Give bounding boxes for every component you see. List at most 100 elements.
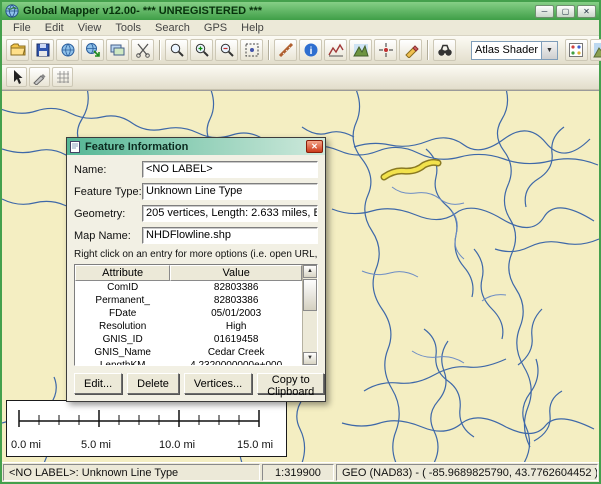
snap-grid-button[interactable] [52, 67, 73, 87]
dialog-fields: Name:<NO LABEL> Feature Type:Unknown Line… [74, 161, 318, 244]
full-extent-button[interactable] [240, 39, 263, 61]
attribute-value: 82803386 [170, 281, 302, 294]
chevron-down-icon[interactable]: ▼ [541, 42, 557, 59]
toolbar-separator [427, 40, 428, 60]
menu-edit[interactable]: Edit [38, 21, 71, 35]
zoom-in-button[interactable] [190, 39, 213, 61]
scale-label-2: 10.0 mi [159, 439, 195, 451]
attribute-row[interactable]: LengthKM4.2320000000e+000 [75, 359, 302, 365]
column-header-attribute[interactable]: Attribute [75, 265, 170, 281]
status-feature-label: <NO LABEL>: Unknown Line Type [3, 464, 260, 481]
menu-gps[interactable]: GPS [197, 21, 234, 35]
terrain-shader-button[interactable] [590, 39, 601, 61]
gps-button[interactable] [374, 39, 397, 61]
field-feature-type: Feature Type:Unknown Line Type [74, 183, 318, 200]
toolbar2-groups [5, 67, 74, 87]
search-button[interactable] [433, 39, 456, 61]
shader-dropdown[interactable]: Atlas Shader ▼ [471, 41, 558, 60]
close-button[interactable]: ✕ [577, 5, 596, 18]
dialog-body: Name:<NO LABEL> Feature Type:Unknown Line… [67, 155, 325, 401]
save-button[interactable] [31, 39, 54, 61]
map-layout-button[interactable] [565, 39, 588, 61]
select-cursor-button[interactable] [6, 67, 27, 87]
attribute-value: Cedar Creek [170, 346, 302, 359]
menu-search[interactable]: Search [148, 21, 197, 35]
toolbar-left-groups: i [5, 39, 457, 61]
app-globe-icon [5, 4, 19, 18]
open-datasets-button[interactable] [56, 39, 79, 61]
caption-buttons: ─▢✕ [535, 5, 596, 18]
table-scrollbar[interactable]: ▲ ▼ [302, 265, 317, 365]
field-name: Name:<NO LABEL> [74, 161, 318, 178]
scroll-thumb[interactable] [303, 279, 317, 311]
attribute-row[interactable]: FDate05/01/2003 [75, 307, 302, 320]
menu-tools[interactable]: Tools [108, 21, 148, 35]
attribute-name: GNIS_ID [75, 333, 170, 346]
field-value-map-name: NHDFlowline.shp [142, 227, 318, 244]
scale-label-3: 15.0 mi [237, 439, 273, 451]
attribute-name: Resolution [75, 320, 170, 333]
measure-icon [278, 42, 294, 58]
attribute-row[interactable]: ResolutionHigh [75, 320, 302, 333]
attribute-row[interactable]: ComID82803386 [75, 281, 302, 294]
selected-feature-highlight [384, 162, 438, 177]
zoom-tool-button[interactable] [165, 39, 188, 61]
button-vertices[interactable]: Vertices... [184, 373, 252, 394]
field-geometry: Geometry:205 vertices, Length: 2.633 mil… [74, 205, 318, 222]
menu-file[interactable]: File [6, 21, 38, 35]
download-online-button[interactable] [81, 39, 104, 61]
status-bar: <NO LABEL>: Unknown Line Type 1:319900 G… [2, 462, 599, 482]
field-label-feature-type: Feature Type: [74, 186, 142, 198]
control-center-button[interactable] [106, 39, 129, 61]
field-value-feature-type: Unknown Line Type [142, 183, 318, 200]
feature-info-button[interactable]: i [299, 39, 322, 61]
button-copy-to-clipboard[interactable]: Copy to Clipboard [257, 373, 324, 394]
menu-help[interactable]: Help [234, 21, 271, 35]
toolbar-separator [268, 40, 269, 60]
dialog-titlebar[interactable]: Feature Information ✕ [67, 138, 325, 155]
attribute-value: High [170, 320, 302, 333]
feature-info-icon: i [303, 42, 319, 58]
view-3d-button[interactable] [349, 39, 372, 61]
status-map-scale: 1:319900 [262, 464, 334, 481]
full-extent-icon [244, 42, 260, 58]
maximize-button[interactable]: ▢ [556, 5, 575, 18]
map-viewport[interactable]: 0.0 mi5.0 mi10.0 mi15.0 mi Feature Infor… [2, 90, 599, 462]
field-value-name: <NO LABEL> [142, 161, 318, 178]
attribute-name: FDate [75, 307, 170, 320]
path-profile-button[interactable] [324, 39, 347, 61]
crop-button[interactable] [131, 39, 154, 61]
attribute-row[interactable]: Permanent_82803386 [75, 294, 302, 307]
attribute-name: GNIS_Name [75, 346, 170, 359]
zoom-out-button[interactable] [215, 39, 238, 61]
scale-label-1: 5.0 mi [81, 439, 111, 451]
gps-icon [378, 42, 394, 58]
measure-button[interactable] [274, 39, 297, 61]
open-datasets-icon [60, 42, 76, 58]
window-titlebar[interactable]: Global Mapper v12.00- *** UNREGISTERED *… [2, 2, 599, 20]
minor-stream-lines [362, 187, 506, 363]
attribute-row[interactable]: GNIS_NameCedar Creek [75, 346, 302, 359]
column-header-value[interactable]: Value [170, 265, 302, 281]
dialog-hint: Right click on an entry for more options… [74, 249, 318, 260]
dialog-page-icon [69, 141, 81, 153]
attribute-value: 82803386 [170, 294, 302, 307]
edit-feature-button[interactable] [29, 67, 50, 87]
button-delete[interactable]: Delete [127, 373, 179, 394]
attribute-row[interactable]: GNIS_ID01619458 [75, 333, 302, 346]
attribute-value: 05/01/2003 [170, 307, 302, 320]
search-icon [437, 42, 453, 58]
terrain-shader-icon [593, 42, 601, 58]
dialog-close-button[interactable]: ✕ [306, 140, 323, 153]
minimize-button[interactable]: ─ [535, 5, 554, 18]
scroll-down-icon[interactable]: ▼ [303, 352, 317, 365]
control-center-icon [110, 42, 126, 58]
attribute-table[interactable]: AttributeValue ComID82803386Permanent_82… [74, 264, 318, 366]
scale-bar-ruler [7, 401, 286, 435]
menu-view[interactable]: View [71, 21, 109, 35]
attribute-table-body: ComID82803386Permanent_82803386FDate05/0… [75, 281, 302, 365]
digitizer-button[interactable] [399, 39, 422, 61]
scroll-up-icon[interactable]: ▲ [303, 265, 317, 278]
open-file-button[interactable] [6, 39, 29, 61]
button-edit[interactable]: Edit... [74, 373, 122, 394]
